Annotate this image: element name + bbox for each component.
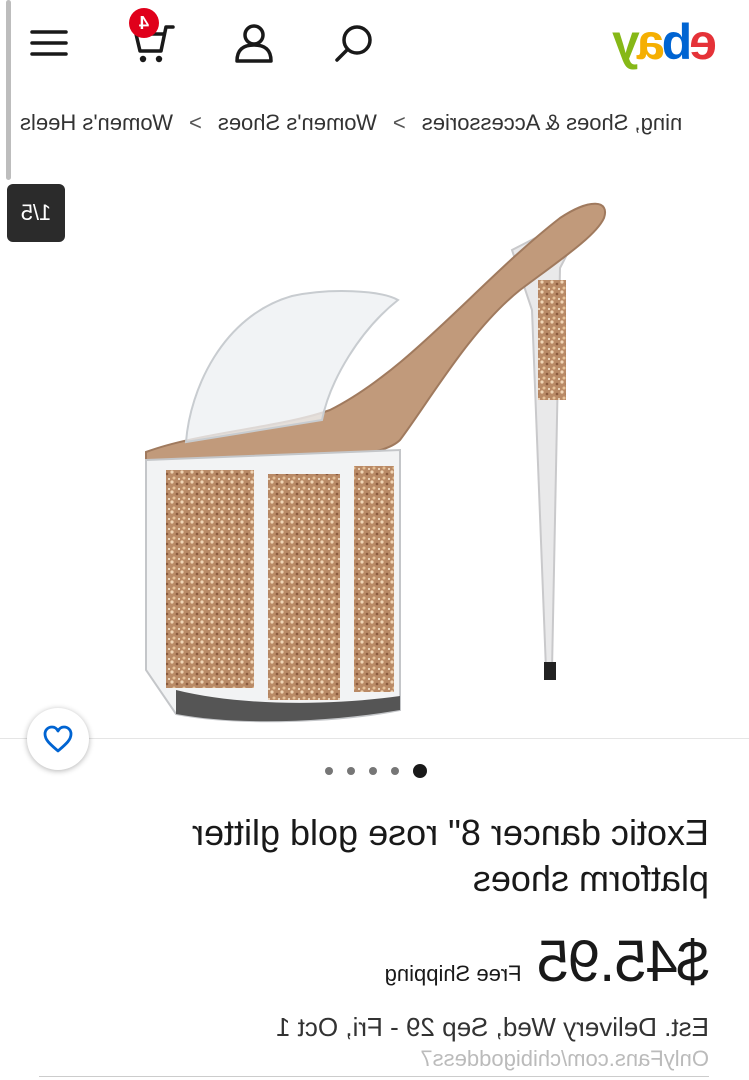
- hamburger-menu-icon: [30, 30, 68, 56]
- account-icon: [235, 24, 273, 63]
- breadcrumb: ning, Shoes & Accessories > Women's Shoe…: [0, 104, 749, 144]
- cart-count: 4: [139, 12, 150, 33]
- cart-count-badge: 4: [129, 8, 159, 38]
- menu-button[interactable]: [24, 18, 74, 68]
- product-image-gallery[interactable]: [0, 170, 749, 738]
- image-counter-text: 1/5: [20, 200, 52, 225]
- search-icon: [335, 25, 372, 62]
- product-image[interactable]: [0, 170, 749, 738]
- logo-letter-b: b: [664, 14, 693, 70]
- item-price: $45.95: [537, 929, 709, 994]
- breadcrumb-separator: >: [392, 110, 406, 135]
- pagination-dot-2[interactable]: [391, 767, 399, 775]
- mirrored-screen: ebay 4 ning, Shoes & Accessories > Women…: [0, 0, 749, 1080]
- logo-letter-y: y: [615, 14, 640, 70]
- heart-icon: [43, 725, 73, 753]
- pagination-dot-1[interactable]: [413, 764, 427, 778]
- breadcrumb-item-womens-shoes[interactable]: Women's Shoes: [218, 110, 377, 136]
- top-header: ebay 4: [0, 0, 749, 92]
- breadcrumb-item-clothing[interactable]: ning, Shoes & Accessories: [422, 110, 682, 136]
- pagination-dot-3[interactable]: [369, 767, 377, 775]
- pagination-dot-5[interactable]: [325, 767, 333, 775]
- watch-button[interactable]: [27, 708, 89, 770]
- delivery-estimate: Est. Delivery Wed, Sep 29 - Fri, Oct 1: [276, 1012, 709, 1042]
- account-button[interactable]: [229, 18, 279, 68]
- pagination-dot-4[interactable]: [347, 767, 355, 775]
- logo-letter-e: e: [692, 14, 717, 70]
- logo-letter-a: a: [639, 14, 665, 70]
- shipping-info: Free Shipping: [384, 961, 522, 986]
- watermark-text: OnlyFans.com/chibigoddess7: [420, 1046, 709, 1071]
- breadcrumb-item-womens-heels[interactable]: Women's Heels: [20, 110, 173, 136]
- gallery-pagination: [325, 764, 427, 778]
- price-row: $45.95 Free Shipping: [385, 928, 709, 995]
- page: ebay 4 ning, Shoes & Accessories > Women…: [0, 0, 749, 1080]
- breadcrumb-separator: >: [188, 110, 202, 135]
- image-counter: 1/5: [7, 184, 65, 242]
- ebay-logo[interactable]: ebay: [615, 12, 717, 72]
- gallery-divider: [0, 738, 749, 739]
- search-button[interactable]: [329, 18, 379, 68]
- bottom-divider: [39, 1076, 709, 1077]
- scroll-bar[interactable]: [6, 0, 11, 180]
- item-title: Exotic dancer 8" rose gold glitter platf…: [191, 812, 709, 899]
